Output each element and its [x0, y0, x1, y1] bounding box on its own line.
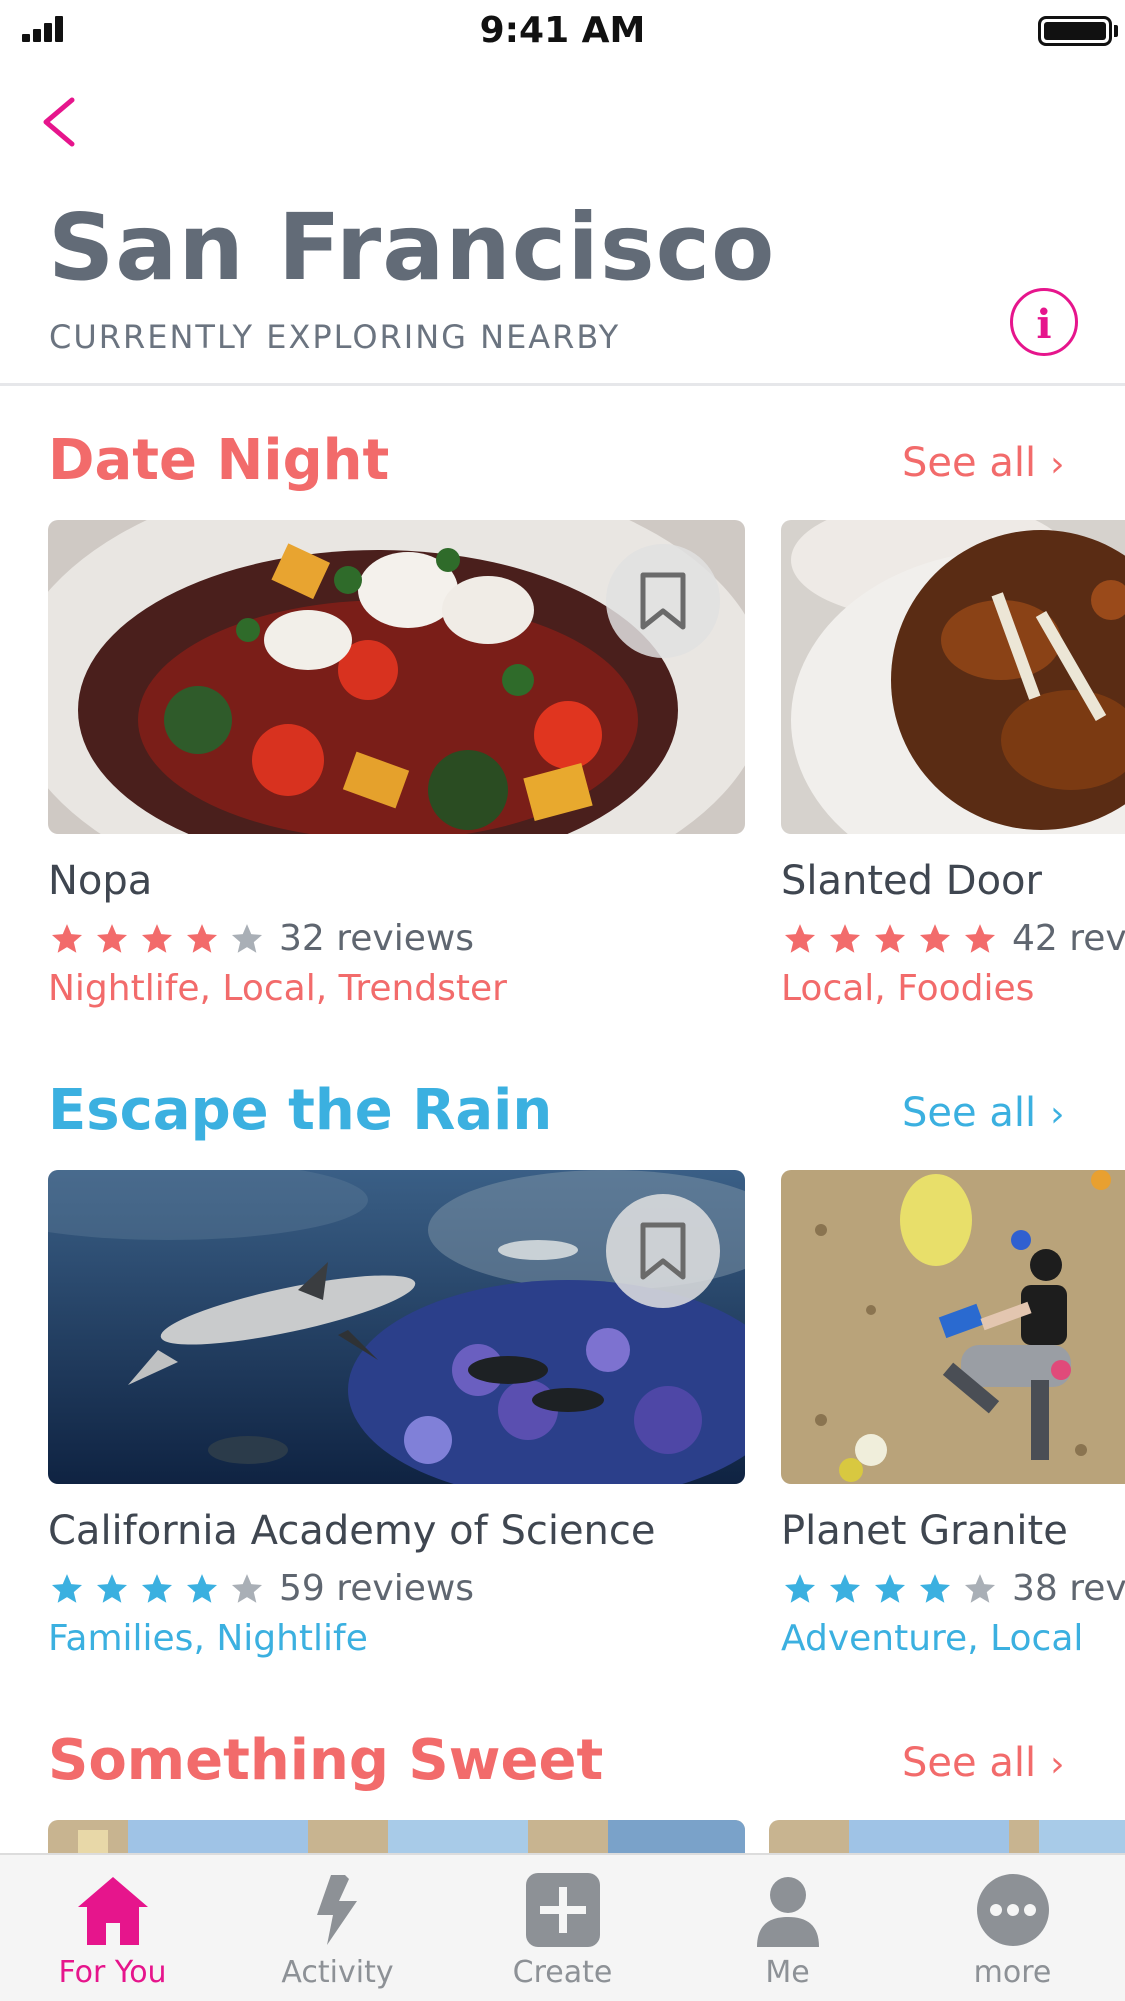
review-count: 38 rev: [1012, 1568, 1125, 1609]
tab-me[interactable]: Me: [675, 1855, 900, 2001]
star-filled-icon: [96, 1573, 128, 1603]
info-button[interactable]: i: [1010, 288, 1078, 356]
tab-label: Me: [765, 1955, 810, 1990]
star-filled-icon: [784, 923, 816, 953]
back-button[interactable]: [32, 92, 92, 152]
star-filled-icon: [186, 1573, 218, 1603]
star-filled-icon: [919, 923, 951, 953]
card-image-planet-granite[interactable]: [781, 1170, 1125, 1484]
chevron-right-icon: ›: [1050, 1094, 1065, 1135]
rating-stars: 32 reviews: [50, 918, 474, 959]
star-empty-icon: [964, 1573, 996, 1603]
tab-label: more: [973, 1955, 1052, 1990]
star-filled-icon: [51, 923, 83, 953]
star-filled-icon: [186, 923, 218, 953]
place-name[interactable]: Nopa: [48, 858, 152, 904]
section-title-date-night: Date Night: [48, 428, 390, 493]
rating-stars: 42 rev: [783, 918, 1125, 959]
rating-stars: 38 rev: [783, 1568, 1125, 1609]
star-filled-icon: [964, 923, 996, 953]
tab-label: For You: [58, 1955, 167, 1990]
chevron-left-icon: [43, 97, 75, 147]
star-filled-icon: [874, 923, 906, 953]
page-title: San Francisco: [48, 194, 776, 301]
see-all-label: See all: [902, 1090, 1037, 1136]
tab-activity[interactable]: Activity: [225, 1855, 450, 2001]
see-all-something-sweet-button[interactable]: See all ›: [902, 1740, 1064, 1786]
bookmark-icon: [640, 1222, 686, 1280]
star-filled-icon: [51, 1573, 83, 1603]
place-name[interactable]: California Academy of Science: [48, 1508, 656, 1554]
star-filled-icon: [874, 1573, 906, 1603]
climbing-photo: [781, 1170, 1125, 1484]
battery-tip: [1114, 25, 1118, 37]
tab-more[interactable]: more: [900, 1855, 1125, 2001]
person-icon: [757, 1877, 819, 1947]
place-tags: Families, Nightlife: [48, 1618, 368, 1659]
info-icon: i: [1036, 301, 1052, 348]
star-empty-icon: [231, 923, 263, 953]
review-count: 42 rev: [1012, 918, 1125, 959]
place-tags: Nightlife, Local, Trendster: [48, 968, 507, 1009]
bookmark-button[interactable]: [606, 1194, 720, 1308]
star-filled-icon: [919, 1573, 951, 1603]
page-subtitle: CURRENTLY EXPLORING NEARBY: [49, 318, 621, 356]
place-name[interactable]: Planet Granite: [781, 1508, 1068, 1554]
star-filled-icon: [141, 923, 173, 953]
place-name[interactable]: Slanted Door: [781, 858, 1042, 904]
food-photo: [781, 520, 1125, 834]
lightning-icon: [317, 1875, 357, 1945]
bookmark-icon: [640, 572, 686, 630]
status-bar: 9:41 AM: [0, 0, 1125, 62]
tab-label: Activity: [281, 1955, 394, 1990]
card-image-california-academy[interactable]: [48, 1170, 745, 1484]
card-image-nopa[interactable]: [48, 520, 745, 834]
chevron-right-icon: ›: [1050, 1744, 1065, 1785]
status-time: 9:41 AM: [479, 10, 646, 51]
tab-bar: For You Activity Create Me more: [0, 1853, 1125, 2001]
tab-create[interactable]: Create: [450, 1855, 675, 2001]
card-image-slanted-door[interactable]: [781, 520, 1125, 834]
star-filled-icon: [96, 923, 128, 953]
star-empty-icon: [231, 1573, 263, 1603]
rating-stars: 59 reviews: [50, 1568, 474, 1609]
see-all-escape-the-rain-button[interactable]: See all ›: [902, 1090, 1064, 1136]
place-tags: Local, Foodies: [781, 968, 1035, 1009]
star-filled-icon: [784, 1573, 816, 1603]
tab-for-you[interactable]: For You: [0, 1855, 225, 2001]
review-count: 59 reviews: [279, 1568, 475, 1609]
battery-icon: [1038, 16, 1112, 46]
see-all-date-night-button[interactable]: See all ›: [902, 440, 1064, 486]
see-all-label: See all: [902, 1740, 1037, 1786]
star-filled-icon: [141, 1573, 173, 1603]
see-all-label: See all: [902, 440, 1037, 486]
chevron-right-icon: ›: [1050, 444, 1065, 485]
section-title-escape-the-rain: Escape the Rain: [48, 1078, 553, 1143]
plus-square-icon: [526, 1873, 600, 1947]
place-tags: Adventure, Local: [781, 1618, 1084, 1659]
more-dots-icon: [977, 1874, 1049, 1946]
star-filled-icon: [829, 923, 861, 953]
review-count: 32 reviews: [279, 918, 475, 959]
header-divider: [0, 383, 1125, 386]
tab-label: Create: [512, 1955, 613, 1990]
bookmark-button[interactable]: [606, 544, 720, 658]
star-filled-icon: [829, 1573, 861, 1603]
section-title-something-sweet: Something Sweet: [48, 1728, 604, 1793]
home-icon: [78, 1877, 148, 1945]
